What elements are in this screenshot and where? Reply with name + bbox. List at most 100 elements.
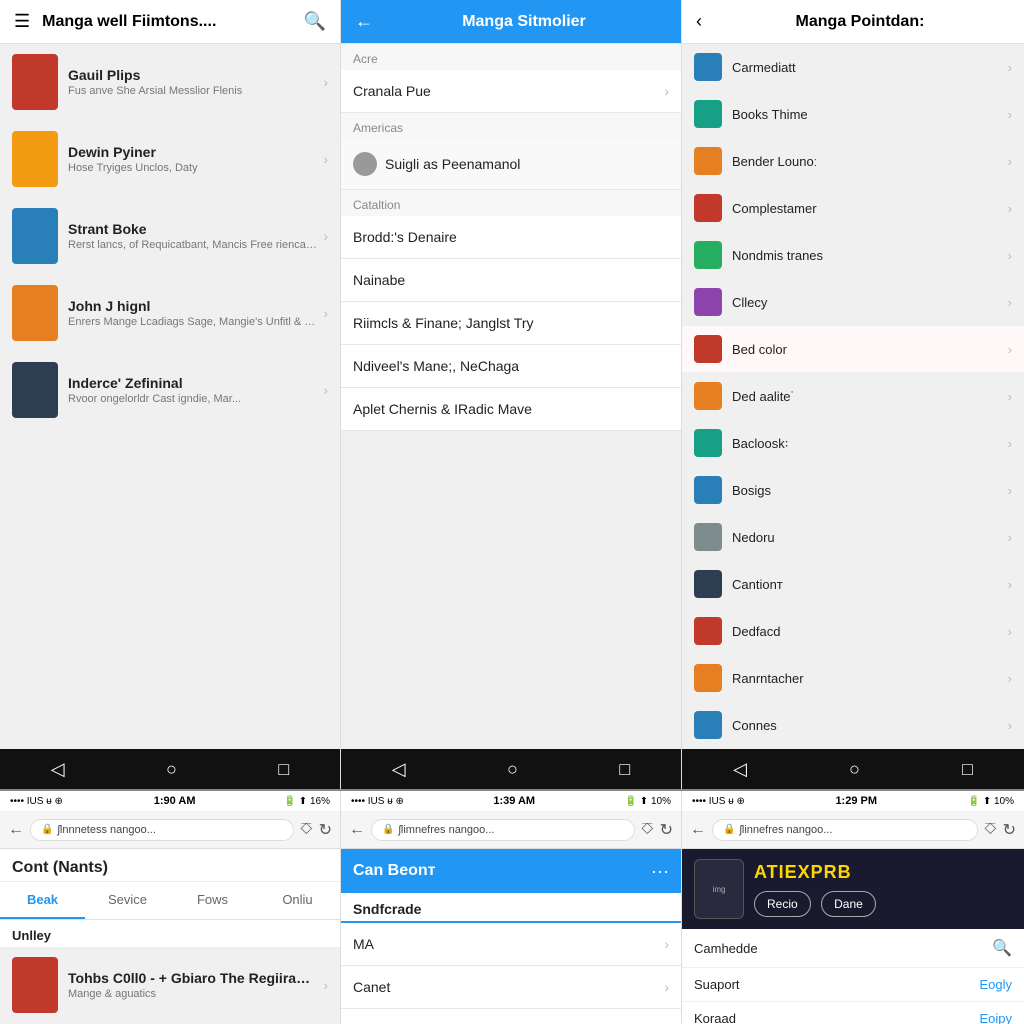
home-icon[interactable]: ○ (507, 759, 518, 780)
info-value[interactable]: Eoipy (979, 1011, 1012, 1024)
list-item[interactable]: MA › (341, 923, 681, 966)
tab-beak[interactable]: Beak (0, 882, 85, 919)
list-item[interactable]: Ranrntacher › (682, 655, 1024, 702)
back-icon[interactable]: ◁ (733, 759, 747, 780)
list-item[interactable]: Gauil Plips Fus anve She Arsial Messlior… (0, 44, 340, 121)
list-item[interactable]: Aplet Chernis & IRadic Mave (341, 388, 681, 431)
can-beont-title: Can Beonт (353, 862, 651, 880)
search-icon[interactable]: 🔍 (300, 9, 330, 34)
list-item[interactable]: Bosigs › (682, 467, 1024, 514)
list-item[interactable]: Complestamer › (682, 185, 1024, 232)
back-icon[interactable]: ← (690, 821, 706, 839)
dane-button[interactable]: Dane (821, 891, 876, 917)
lock-icon: 🔒 (723, 824, 735, 835)
recent-icon[interactable]: □ (278, 759, 289, 780)
back-icon[interactable]: ◁ (392, 759, 406, 780)
back-icon[interactable]: ◁ (51, 759, 65, 780)
chevron-icon: › (323, 382, 328, 398)
more-options-icon[interactable]: ··· (651, 861, 669, 882)
list-item[interactable]: Ded aalite˙ › (682, 373, 1024, 420)
section-header: Unlley (0, 920, 340, 947)
chevron-icon: › (664, 83, 669, 99)
item-subtitle: Mange & aguatics (68, 988, 317, 1000)
list-item[interactable]: Dewin Pyiner Hose Tryiges Unclos, Daty › (0, 121, 340, 198)
item-thumb (694, 335, 722, 363)
item-subtitle: Fus anve She Arsial Messlior Flenis (68, 85, 317, 97)
item-title: Gauil Plips (68, 67, 317, 83)
lock-icon: 🔒 (41, 824, 53, 835)
list-item[interactable]: Tohbs C0ll0 - + Gbiaro The Regiiraments … (0, 947, 340, 1024)
menu-icon[interactable]: ☰ (10, 9, 34, 34)
home-icon[interactable]: ○ (166, 759, 177, 780)
tab-onliu[interactable]: Onliu (255, 882, 340, 919)
home-icon[interactable]: ○ (849, 759, 860, 780)
reload-icon[interactable]: ↻ (1003, 820, 1016, 840)
chevron-icon: › (1008, 295, 1012, 310)
item-subtitle: Rvoor ongelorldr Cast igndie, Mar... (68, 393, 317, 405)
back-icon[interactable]: ← (351, 9, 377, 34)
list-item[interactable]: Dedfacd › (682, 608, 1024, 655)
recent-icon[interactable]: □ (962, 759, 973, 780)
status-time: 1:90 AM (154, 795, 196, 807)
share-icon[interactable]: ⎏ (641, 821, 654, 839)
list-item[interactable]: Bacloosk꞉ › (682, 420, 1024, 467)
list-item[interactable]: Ndiveel's Mane;, NeChaga (341, 345, 681, 388)
list-item[interactable]: Books Thime › (682, 91, 1024, 138)
info-value[interactable]: Eogly (979, 977, 1012, 992)
item-text: Dedfacd (732, 624, 1008, 639)
item-text: Ranrntacher (732, 671, 1008, 686)
info-row[interactable]: Koraad Eoipy (682, 1002, 1024, 1024)
list-item[interactable]: Carmediatt › (682, 44, 1024, 91)
chevron-icon: › (1008, 60, 1012, 75)
recio-button[interactable]: Recio (754, 891, 811, 917)
list-item-bed-color[interactable]: Bed color › (682, 326, 1024, 373)
list-item[interactable]: John J hignl Enrers Mange Lcadiags Sage,… (0, 275, 340, 352)
url-bar[interactable]: 🔒 ʃlimnefres nangoo... (371, 819, 635, 841)
list-item[interactable]: Riimcls & Finane; Janglst Try (341, 302, 681, 345)
top-left-title: Manga well Fiimtons.... (42, 13, 299, 31)
item-text: Cantionт (732, 577, 1008, 592)
list-item[interactable]: Cranala Pue › (341, 70, 681, 113)
list-item[interactable]: Connes › (682, 702, 1024, 749)
reload-icon[interactable]: ↻ (319, 820, 332, 840)
back-icon[interactable]: ← (349, 821, 365, 839)
search-icon[interactable]: 🔍 (992, 938, 1012, 958)
share-icon[interactable]: ⎏ (984, 821, 997, 839)
back-icon[interactable]: ‹ (692, 9, 706, 34)
item-thumb (694, 664, 722, 692)
page-title: Cont (Nants) (0, 849, 340, 882)
list-item[interactable]: Suigli as Peenamanol (341, 139, 681, 190)
tab-sevice[interactable]: Sevice (85, 882, 170, 919)
top-right-panel: ‹ Manga Pointdan: Carmediatt › Books Thi… (682, 0, 1024, 789)
url-bar[interactable]: 🔒 ʃlnnnetess nangoo... (30, 819, 294, 841)
share-icon[interactable]: ⎏ (300, 821, 313, 839)
recent-icon[interactable]: □ (619, 759, 630, 780)
top-left-navbar: ☰ Manga well Fiimtons.... 🔍 (0, 0, 340, 44)
list-item[interactable]: Canet › (341, 966, 681, 1009)
list-item[interactable]: Nedoru › (682, 514, 1024, 561)
list-item[interactable]: Inderce' Zefininal Rvoor ongelorldr Cast… (0, 352, 340, 429)
chevron-icon: › (1008, 154, 1012, 169)
item-text: MA (353, 936, 374, 952)
list-item[interactable]: Strant Boke Rerst lancs, of Requicatbant… (0, 198, 340, 275)
url-bar[interactable]: 🔒 ʃlinnefres nangoo... (712, 819, 978, 841)
list-item[interactable]: Bender Lounoː › (682, 138, 1024, 185)
info-row[interactable]: Camhedde 🔍 (682, 929, 1024, 968)
list-item[interactable]: Nondmis tranes › (682, 232, 1024, 279)
item-text: Suigli as Peenamanol (385, 156, 520, 172)
info-row[interactable]: Suaport Eogly (682, 968, 1024, 1002)
tab-fows[interactable]: Fows (170, 882, 255, 919)
list-item[interactable]: Cantionт › (682, 561, 1024, 608)
item-thumb (694, 147, 722, 175)
list-item[interactable]: Nainabe (341, 259, 681, 302)
list-item[interactable]: Culiciis › (341, 1009, 681, 1024)
url-text: ʃlimnefres nangoo... (398, 824, 494, 836)
app-header: img ATIEXPRB Recio Dane (682, 849, 1024, 929)
top-right-title: Manga Pointdan: (706, 13, 1014, 31)
reload-icon[interactable]: ↻ (660, 820, 673, 840)
list-item[interactable]: Cllecy › (682, 279, 1024, 326)
app-name: ATIEXPRB (754, 862, 882, 883)
back-icon[interactable]: ← (8, 821, 24, 839)
bot-mid-panel: •••• IUS ᵾ ⊕ 1:39 AM 🔋 ⬆ 10% ← 🔒 ʃlimnef… (341, 791, 682, 1024)
list-item[interactable]: Brodd:'s Denaire (341, 216, 681, 259)
